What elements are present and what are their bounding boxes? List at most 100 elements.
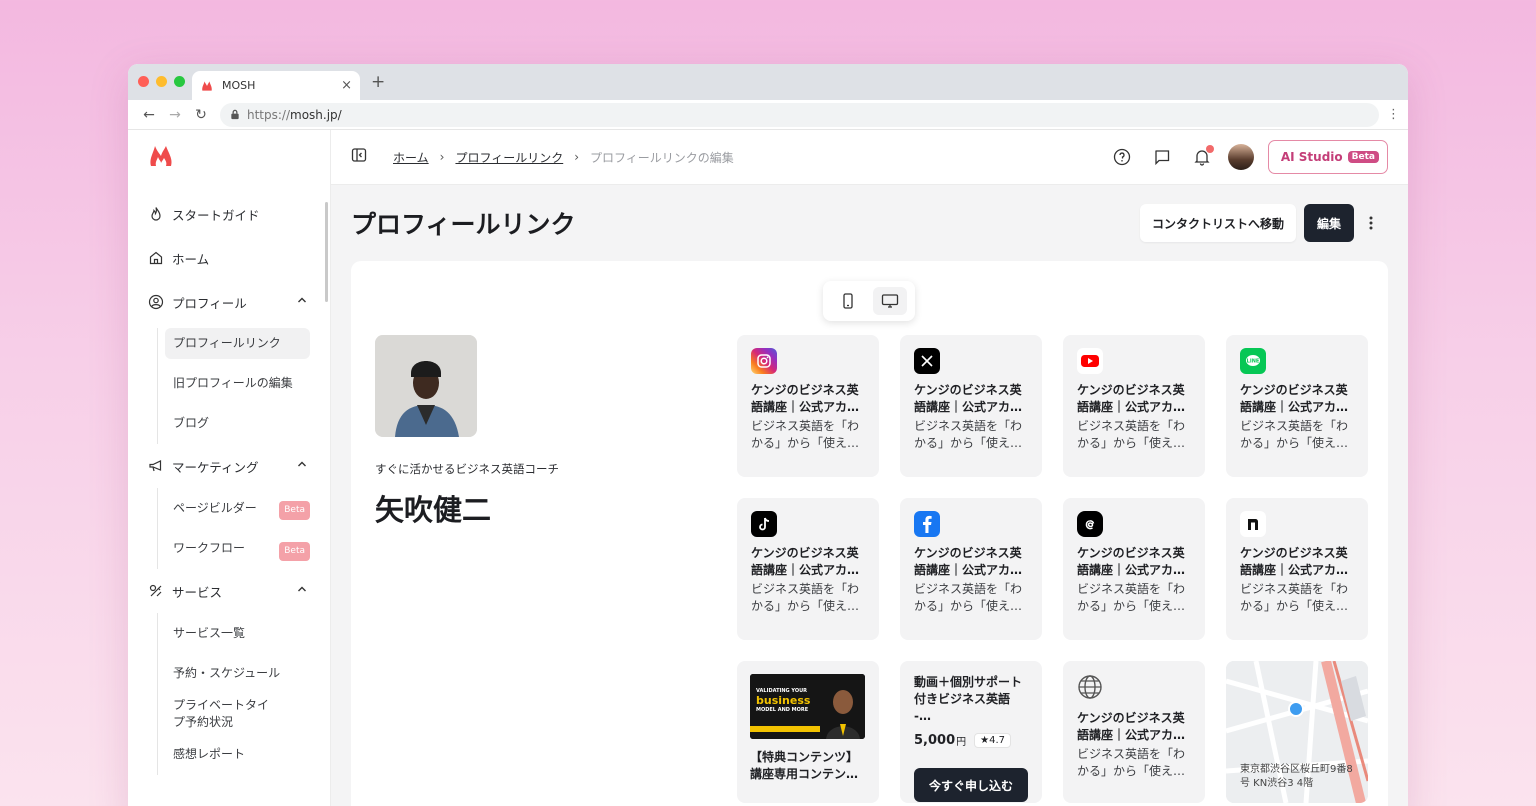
sidebar-subitem-private-booking[interactable]: プライベートタイプ予約状況: [165, 694, 275, 735]
link-card-threads[interactable]: ケンジのビジネス英 語講座｜公式アカ… ビジネス英語を「わ かる」から「使え…: [1063, 498, 1205, 640]
page-header: プロフィールリンク コンタクトリストへ移動 編集: [331, 185, 1408, 261]
profile-photo: [375, 335, 477, 437]
chat-icon[interactable]: [1142, 148, 1182, 166]
address-bar-row: ← → ↻ https:// mosh.jp/ ⋮: [128, 100, 1408, 130]
card-title: ケンジのビジネス英 語講座｜公式アカ…: [1077, 382, 1191, 416]
sidebar-subitem-workflow[interactable]: ワークフロー Beta: [165, 529, 310, 570]
card-desc-line: ビジネス英語を「わ: [914, 582, 1023, 596]
sidebar-item-start-guide[interactable]: スタートガイド: [128, 192, 330, 236]
link-card-note[interactable]: ケンジのビジネス英 語講座｜公式アカ… ビジネス英語を「わ かる」から「使え…: [1226, 498, 1368, 640]
svg-text:LINE: LINE: [1247, 359, 1260, 365]
youtube-icon: [1077, 348, 1103, 374]
price-currency: 円: [956, 737, 967, 748]
main-content: ホーム › プロフィールリンク › プロフィールリンクの編集 AI Studio…: [331, 130, 1408, 806]
help-icon[interactable]: [1102, 148, 1142, 166]
avatar[interactable]: [1227, 144, 1254, 170]
page-title: プロフィールリンク: [351, 210, 576, 239]
sidebar-nav: スタートガイド ホーム プロフィール プロフィールリンク 旧プロフィールの編集 …: [128, 182, 330, 775]
minimize-window-button[interactable]: [156, 76, 167, 87]
tab-close-icon[interactable]: ×: [341, 78, 352, 93]
card-desc-line: かる」から「使え…: [914, 436, 1023, 450]
chevron-up-icon[interactable]: [296, 583, 308, 595]
card-description: ビジネス英語を「わ かる」から「使え…: [914, 581, 1028, 615]
card-title-line: 【特典コンテンツ】: [750, 750, 859, 764]
sidebar-subitem-blog[interactable]: ブログ: [165, 404, 310, 445]
sidebar-subitem-service-list[interactable]: サービス一覧: [165, 613, 310, 654]
card-description: ビジネス英語を「わ かる」から「使え…: [1077, 418, 1191, 452]
forward-icon[interactable]: →: [162, 107, 188, 123]
sidebar-item-label: スタートガイド: [172, 207, 260, 223]
link-card-map[interactable]: 東京都渋谷区桜丘町9番8 号 KN渋谷3 4階: [1226, 661, 1368, 803]
sidebar-item-label: プロフィール: [172, 295, 247, 311]
card-title: 【特典コンテンツ】 講座専用コンテン…: [750, 749, 866, 783]
link-card-line[interactable]: LINE ケンジのビジネス英 語講座｜公式アカ… ビジネス英語を「わ かる」から「使…: [1226, 335, 1368, 477]
card-title-line: 語講座｜公式アカ…: [1077, 400, 1186, 414]
card-desc-line: かる」から「使え…: [1077, 764, 1186, 778]
device-toggle: [823, 281, 915, 321]
sidebar-subitem-old-profile-edit[interactable]: 旧プロフィールの編集: [165, 363, 310, 404]
link-card-tiktok[interactable]: ケンジのビジネス英 語講座｜公式アカ… ビジネス英語を「わ かる」から「使え…: [737, 498, 879, 640]
sidebar-toggle-icon[interactable]: [351, 147, 367, 167]
link-card-youtube[interactable]: ケンジのビジネス英 語講座｜公式アカ… ビジネス英語を「わ かる」から「使え…: [1063, 335, 1205, 477]
card-desc-line: かる」から「使え…: [914, 599, 1023, 613]
link-card-instagram[interactable]: ケンジのビジネス英 語講座｜公式アカ… ビジネス英語を「わ かる」から「使え…: [737, 335, 879, 477]
breadcrumb-profile-link[interactable]: プロフィールリンク: [455, 149, 563, 166]
profile-tagline: すぐに活かせるビジネス英語コーチ: [375, 462, 559, 476]
sidebar-subitem-booking-schedule[interactable]: 予約・スケジュール: [165, 654, 310, 695]
url-protocol: https://: [247, 107, 291, 122]
breadcrumb-current: プロフィールリンクの編集: [590, 150, 734, 165]
ai-studio-button[interactable]: AI Studio Beta: [1267, 140, 1388, 174]
card-title-line: 語講座｜公式アカ…: [1240, 563, 1349, 577]
card-desc-line: ビジネス英語を「わ: [1240, 582, 1349, 596]
instagram-icon: [751, 348, 777, 374]
link-card-service[interactable]: 動画＋個別サポート 付きビジネス英語 -… 5,000 円 ★4.7 今すぐ申し込…: [900, 661, 1042, 803]
thumb-line: business: [756, 694, 811, 707]
sidebar-subitem-review-report[interactable]: 感想レポート: [165, 735, 310, 776]
link-card-facebook[interactable]: ケンジのビジネス英 語講座｜公式アカ… ビジネス英語を「わ かる」から「使え…: [900, 498, 1042, 640]
mosh-logo[interactable]: [128, 130, 330, 182]
mobile-view-icon[interactable]: [831, 287, 865, 315]
price-row: 5,000 円 ★4.7: [914, 733, 1028, 748]
link-card-website[interactable]: ケンジのビジネス英 語講座｜公式アカ… ビジネス英語を「わ かる」から「使え…: [1063, 661, 1205, 803]
browser-menu-icon[interactable]: ⋮: [1387, 107, 1400, 122]
bell-icon[interactable]: [1182, 145, 1222, 166]
browser-tab[interactable]: MOSH ×: [192, 71, 360, 100]
desktop-view-icon[interactable]: [873, 287, 907, 315]
sidebar-item-home[interactable]: ホーム: [128, 236, 330, 280]
link-card-bonus-content[interactable]: VALIDATING YOUR business MODEL AND MORE …: [737, 661, 879, 803]
close-window-button[interactable]: [138, 76, 149, 87]
note-icon: [1240, 511, 1266, 537]
breadcrumb-home[interactable]: ホーム: [393, 149, 429, 166]
edit-button[interactable]: 編集: [1304, 204, 1354, 242]
map-address: 東京都渋谷区桜丘町9番8 号 KN渋谷3 4階: [1240, 763, 1353, 791]
maximize-window-button[interactable]: [174, 76, 185, 87]
sidebar-item-service[interactable]: サービス: [128, 569, 330, 613]
sidebar-subitem-profile-link[interactable]: プロフィールリンク: [165, 328, 310, 359]
link-card-grid: ケンジのビジネス英 語講座｜公式アカ… ビジネス英語を「わ かる」から「使え… ケン…: [737, 335, 1368, 803]
rating-badge: ★4.7: [974, 733, 1011, 748]
chevron-up-icon[interactable]: [296, 294, 308, 306]
card-desc-line: かる」から「使え…: [751, 436, 860, 450]
flame-icon: [148, 206, 164, 222]
new-tab-button[interactable]: +: [371, 72, 385, 92]
reload-icon[interactable]: ↻: [188, 107, 214, 123]
card-title-line: ケンジのビジネス英: [914, 546, 1022, 560]
link-card-x[interactable]: ケンジのビジネス英 語講座｜公式アカ… ビジネス英語を「わ かる」から「使え…: [900, 335, 1042, 477]
apply-now-button[interactable]: 今すぐ申し込む: [914, 768, 1028, 802]
breadcrumb-separator: ›: [439, 150, 445, 164]
url-input[interactable]: https:// mosh.jp/: [220, 102, 1379, 127]
home-icon: [148, 250, 164, 266]
beta-badge: Beta: [1347, 151, 1379, 163]
chevron-up-icon[interactable]: [296, 458, 308, 470]
more-options-icon[interactable]: [1354, 215, 1388, 231]
globe-icon: [1077, 674, 1103, 700]
contact-list-button[interactable]: コンタクトリストへ移動: [1139, 204, 1296, 242]
back-icon[interactable]: ←: [136, 107, 162, 123]
sidebar-subitem-page-builder[interactable]: ページビルダー Beta: [165, 488, 310, 529]
header-actions: コンタクトリストへ移動 編集: [1139, 204, 1388, 242]
breadcrumb: ホーム › プロフィールリンク › プロフィールリンクの編集: [393, 149, 734, 166]
browser-window: MOSH × + ← → ↻ https:// mosh.jp/ ⋮ スタートガ…: [128, 64, 1408, 806]
sidebar-item-marketing[interactable]: マーケティング: [128, 444, 330, 488]
sidebar-item-profile[interactable]: プロフィール: [128, 280, 330, 324]
notification-dot: [1205, 145, 1214, 153]
